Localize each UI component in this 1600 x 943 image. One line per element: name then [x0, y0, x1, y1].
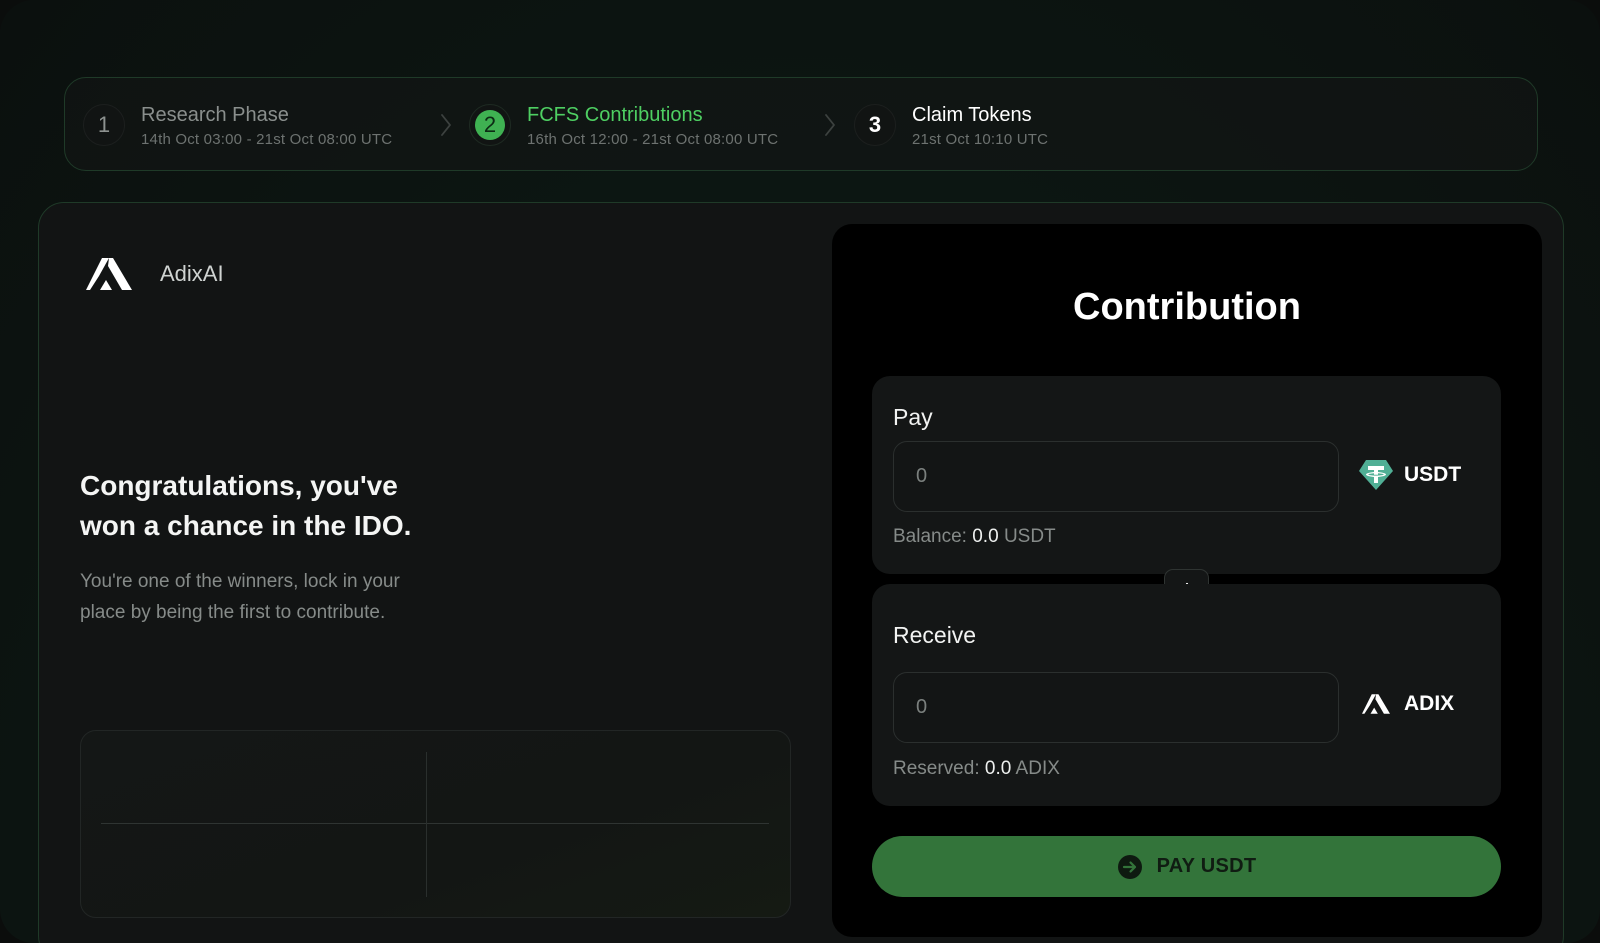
balance-unit: USDT: [1003, 526, 1056, 547]
step-research-phase[interactable]: 1 Research Phase 14th Oct 03:00 - 21st O…: [83, 78, 392, 172]
congrats-subtext: You're one of the winners, lock in your …: [80, 566, 480, 628]
project-name: AdixAI: [160, 261, 224, 286]
step-claim-tokens[interactable]: 3 Claim Tokens 21st Oct 10:10 UTC: [854, 78, 1048, 172]
step-title: Research Phase: [141, 103, 289, 126]
tether-icon: [1359, 460, 1393, 490]
congrats-heading: Congratulations, you've won a chance in …: [80, 466, 500, 546]
reserved-label: Reserved:: [893, 758, 980, 779]
progress-chart: [80, 730, 791, 918]
pay-amount-input[interactable]: [893, 441, 1339, 512]
chart-axis-horizontal: [101, 823, 769, 824]
step-fcfs-contributions[interactable]: 2 FCFS Contributions 16th Oct 12:00 - 21…: [469, 78, 778, 172]
contribution-title: Contribution: [1073, 286, 1301, 328]
chevron-right-icon: [441, 114, 451, 136]
step-date: 21st Oct 10:10 UTC: [912, 130, 1049, 148]
receive-amount-input[interactable]: [893, 672, 1339, 743]
adix-logo-icon: [86, 258, 132, 290]
adix-logo-icon: [1362, 694, 1390, 714]
step-number: 3: [854, 104, 896, 146]
step-date: 16th Oct 12:00 - 21st Oct 08:00 UTC: [527, 130, 779, 148]
receive-token-name: ADIX: [1404, 692, 1455, 715]
reserved-amount: Reserved: 0.0 ADIX: [893, 758, 1060, 780]
pay-section: Pay USDT Balance: 0.0 USDT: [872, 376, 1501, 574]
receive-label: Receive: [893, 622, 977, 648]
step-number: 1: [83, 104, 125, 146]
step-number-active: 2: [469, 104, 511, 146]
step-title: FCFS Contributions: [527, 103, 703, 126]
congrats-subtext-line: place by being the first to contribute.: [80, 602, 386, 623]
chevron-right-icon: [825, 114, 835, 136]
app-frame: 1 Research Phase 14th Oct 03:00 - 21st O…: [0, 0, 1600, 943]
balance-value: 0.0: [972, 526, 999, 547]
reserved-unit: ADIX: [1015, 758, 1060, 779]
pay-balance: Balance: 0.0 USDT: [893, 526, 1056, 548]
pay-token-name: USDT: [1404, 463, 1462, 486]
pay-label: Pay: [893, 404, 933, 430]
phase-stepper: 1 Research Phase 14th Oct 03:00 - 21st O…: [64, 77, 1538, 171]
receive-token-display: ADIX: [1362, 692, 1454, 716]
congrats-heading-line: won a chance in the IDO.: [80, 510, 412, 541]
reserved-value: 0.0: [984, 758, 1012, 779]
project-brand: AdixAI: [86, 256, 224, 292]
pay-token-selector[interactable]: USDT: [1358, 458, 1461, 492]
pay-button-label: PAY USDT: [1156, 855, 1257, 877]
balance-label: Balance:: [893, 526, 967, 547]
receive-section: Receive ADIX Reserved: 0.0 ADIX: [872, 584, 1501, 806]
congrats-heading-line: Congratulations, you've: [80, 470, 398, 501]
step-date: 14th Oct 03:00 - 21st Oct 08:00 UTC: [141, 130, 393, 148]
step-title: Claim Tokens: [912, 103, 1032, 126]
pay-usdt-button[interactable]: PAY USDT: [872, 836, 1501, 897]
step-number: 2: [475, 110, 505, 140]
congrats-subtext-line: You're one of the winners, lock in your: [80, 571, 400, 592]
chart-axis-vertical: [426, 752, 427, 897]
arrow-right-circle-icon: [1117, 854, 1142, 879]
